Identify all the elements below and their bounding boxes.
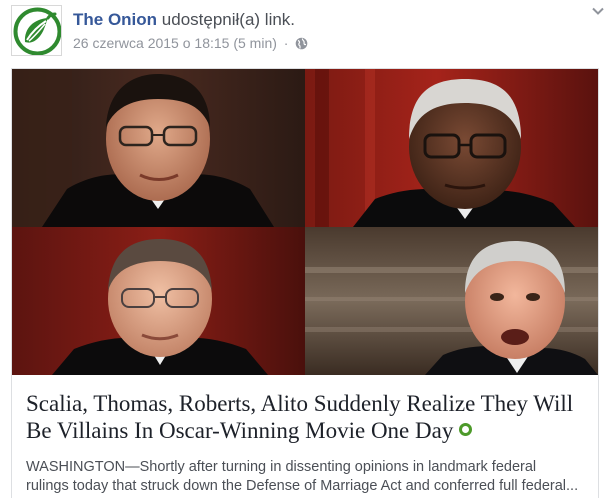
- link-headline[interactable]: Scalia, Thomas, Roberts, Alito Suddenly …: [26, 390, 592, 444]
- onion-logo-icon: [13, 7, 61, 55]
- read-time: (5 min): [233, 35, 277, 51]
- justice-photo-bottom-left: [12, 227, 305, 375]
- chevron-down-icon[interactable]: [591, 4, 605, 18]
- globe-icon[interactable]: [295, 37, 308, 53]
- headline-text[interactable]: Scalia, Thomas, Roberts, Alito Suddenly …: [26, 391, 573, 443]
- link-text-area[interactable]: Scalia, Thomas, Roberts, Alito Suddenly …: [12, 375, 598, 498]
- justice-photo-top-left: [12, 69, 305, 227]
- post-meta: 26 czerwca 2015 o 18:15 (5 min) ·: [73, 35, 308, 53]
- description-line-2: rulings today that struck down the Defen…: [26, 478, 579, 494]
- justice-photo-bottom-right: [305, 227, 598, 375]
- link-description: WASHINGTON—Shortly after turning in diss…: [26, 458, 592, 496]
- author-line: The Onion udostępnił(a) link.: [73, 10, 295, 30]
- meta-separator: ·: [283, 35, 289, 51]
- justice-photo-top-right: [305, 69, 598, 227]
- description-line-1: WASHINGTON—Shortly after turning in diss…: [26, 459, 537, 475]
- link-image[interactable]: [12, 69, 598, 375]
- author-name-link[interactable]: The Onion: [73, 10, 157, 29]
- post-header: The Onion udostępnił(a) link. 26 czerwca…: [0, 0, 613, 66]
- onion-favicon-icon: [459, 423, 473, 436]
- page-avatar[interactable]: [11, 5, 62, 56]
- share-action-text: udostępnił(a) link.: [161, 10, 296, 29]
- link-preview-card[interactable]: Scalia, Thomas, Roberts, Alito Suddenly …: [11, 68, 599, 498]
- post-timestamp[interactable]: 26 czerwca 2015 o 18:15: [73, 35, 229, 51]
